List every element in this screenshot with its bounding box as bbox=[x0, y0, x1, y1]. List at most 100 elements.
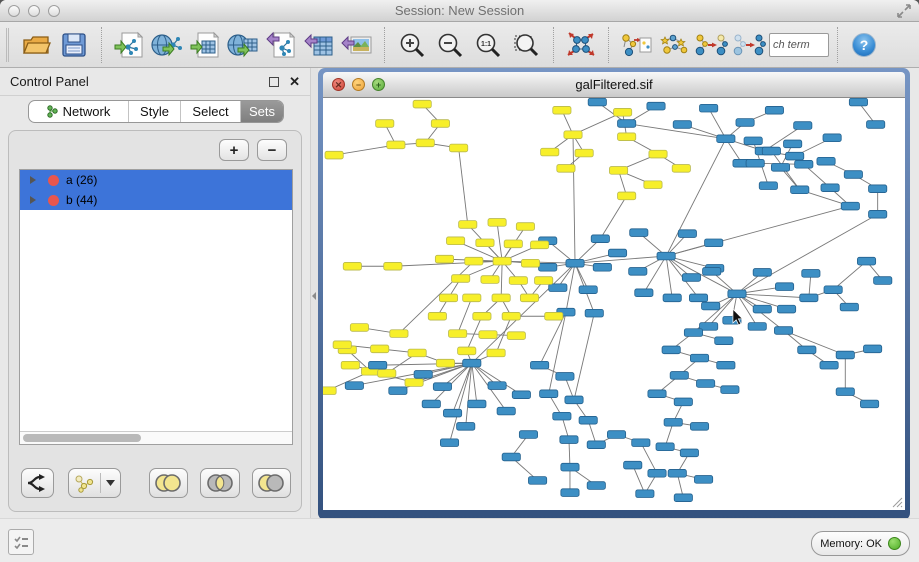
import-network-file-icon bbox=[114, 31, 144, 59]
graph-node bbox=[519, 431, 537, 439]
graph-node bbox=[678, 230, 696, 238]
memory-status-button[interactable]: Memory: OK bbox=[811, 531, 910, 556]
graph-node bbox=[703, 268, 721, 276]
graph-node bbox=[387, 141, 405, 149]
graph-node bbox=[587, 482, 605, 490]
task-monitor-button[interactable] bbox=[8, 529, 34, 555]
panel-splitter[interactable] bbox=[310, 68, 318, 518]
tab-sets[interactable]: Sets bbox=[241, 101, 283, 122]
graph-node bbox=[762, 147, 780, 155]
import-network-url-icon bbox=[151, 31, 183, 59]
graph-node bbox=[371, 345, 389, 353]
graph-node bbox=[690, 354, 708, 362]
graph-node bbox=[670, 372, 688, 380]
add-set-button[interactable]: + bbox=[219, 139, 249, 161]
venn-difference-icon bbox=[256, 473, 286, 493]
graph-node bbox=[390, 330, 408, 338]
toolbar-separator bbox=[553, 27, 554, 63]
graph-node bbox=[753, 305, 771, 313]
yellow-network-icon bbox=[73, 473, 95, 493]
import-table-url-button[interactable] bbox=[224, 26, 262, 64]
scrollbar-thumb[interactable] bbox=[23, 434, 141, 442]
set-row-b[interactable]: b (44) bbox=[20, 190, 292, 210]
export-table-button[interactable] bbox=[300, 26, 338, 64]
graph-node bbox=[443, 409, 461, 417]
new-network-from-selection-all-edges-button[interactable] bbox=[731, 26, 769, 64]
apply-layout-button[interactable] bbox=[562, 26, 600, 64]
toolbar-drag-handle[interactable] bbox=[6, 28, 9, 62]
graph-node bbox=[493, 257, 511, 265]
graph-node bbox=[690, 423, 708, 431]
graph-node bbox=[565, 396, 583, 404]
graph-node bbox=[874, 277, 892, 285]
graph-node bbox=[759, 182, 777, 190]
remove-set-button[interactable]: − bbox=[257, 139, 287, 161]
close-panel-icon[interactable]: ✕ bbox=[289, 77, 300, 87]
new-network-from-selection-button[interactable] bbox=[693, 26, 731, 64]
resize-grip[interactable] bbox=[891, 496, 903, 508]
network-window-titlebar[interactable]: ✕ − + galFiltered.sif bbox=[323, 72, 905, 98]
graph-node bbox=[557, 165, 575, 173]
set-row-a[interactable]: a (26) bbox=[20, 170, 292, 190]
select-first-neighbors-button[interactable] bbox=[655, 26, 693, 64]
network-zoom-button[interactable]: + bbox=[372, 78, 385, 91]
search-input[interactable] bbox=[769, 33, 829, 57]
network-close-button[interactable]: ✕ bbox=[332, 78, 345, 91]
zoom-selected-icon bbox=[512, 31, 540, 59]
graph-node bbox=[784, 140, 802, 148]
graph-node bbox=[457, 423, 475, 431]
horizontal-scrollbar[interactable] bbox=[20, 431, 292, 444]
collapse-arrow-icon[interactable] bbox=[312, 292, 316, 300]
graph-node bbox=[545, 312, 563, 320]
intersect-sets-button[interactable] bbox=[200, 468, 239, 498]
graph-node bbox=[341, 361, 359, 369]
import-table-file-button[interactable] bbox=[186, 26, 224, 64]
import-network-file-button[interactable] bbox=[110, 26, 148, 64]
network-graph[interactable] bbox=[323, 98, 905, 510]
create-set-combo-button[interactable] bbox=[68, 468, 121, 498]
zoom-out-button[interactable] bbox=[431, 26, 469, 64]
tab-select[interactable]: Select bbox=[181, 101, 241, 122]
graph-node bbox=[649, 150, 667, 158]
tab-style[interactable]: Style bbox=[129, 101, 181, 122]
select-from-file-button[interactable] bbox=[617, 26, 655, 64]
export-table-icon bbox=[304, 31, 334, 59]
zoom-actual-size-button[interactable]: 1:1 bbox=[469, 26, 507, 64]
save-session-button[interactable] bbox=[55, 26, 93, 64]
graph-node bbox=[463, 359, 481, 367]
memory-status-label: Memory: OK bbox=[820, 538, 882, 550]
split-set-button[interactable] bbox=[21, 468, 54, 498]
graph-node bbox=[579, 286, 597, 294]
graph-node bbox=[775, 283, 793, 291]
zoom-in-button[interactable] bbox=[393, 26, 431, 64]
network-tab-icon bbox=[47, 105, 58, 118]
set-color-icon bbox=[48, 175, 59, 186]
expand-caret-icon[interactable] bbox=[30, 196, 36, 204]
fullscreen-icon[interactable] bbox=[897, 4, 911, 18]
graph-node bbox=[564, 131, 582, 139]
graph-node bbox=[439, 294, 457, 302]
export-network-button[interactable] bbox=[262, 26, 300, 64]
difference-sets-button[interactable] bbox=[252, 468, 291, 498]
expand-caret-icon[interactable] bbox=[30, 176, 36, 184]
network-canvas[interactable] bbox=[323, 98, 905, 510]
graph-node bbox=[350, 324, 368, 332]
graph-node bbox=[479, 331, 497, 339]
open-session-button[interactable] bbox=[17, 26, 55, 64]
control-panel-header: Control Panel ✕ bbox=[0, 68, 310, 96]
network-minimize-button[interactable]: − bbox=[352, 78, 365, 91]
main-toolbar: 1:1 bbox=[0, 22, 919, 68]
graph-node bbox=[497, 407, 515, 415]
export-image-button[interactable] bbox=[338, 26, 376, 64]
graph-node bbox=[657, 252, 675, 260]
help-button[interactable]: ? bbox=[852, 33, 876, 57]
union-sets-button[interactable] bbox=[149, 468, 188, 498]
float-panel-icon[interactable] bbox=[269, 77, 279, 87]
graph-node bbox=[802, 270, 820, 278]
zoom-fit-selected-button[interactable] bbox=[507, 26, 545, 64]
graph-node bbox=[502, 453, 520, 461]
tab-network[interactable]: Network bbox=[29, 101, 129, 122]
export-network-icon bbox=[266, 31, 296, 59]
import-network-url-button[interactable] bbox=[148, 26, 186, 64]
graph-node bbox=[446, 237, 464, 245]
